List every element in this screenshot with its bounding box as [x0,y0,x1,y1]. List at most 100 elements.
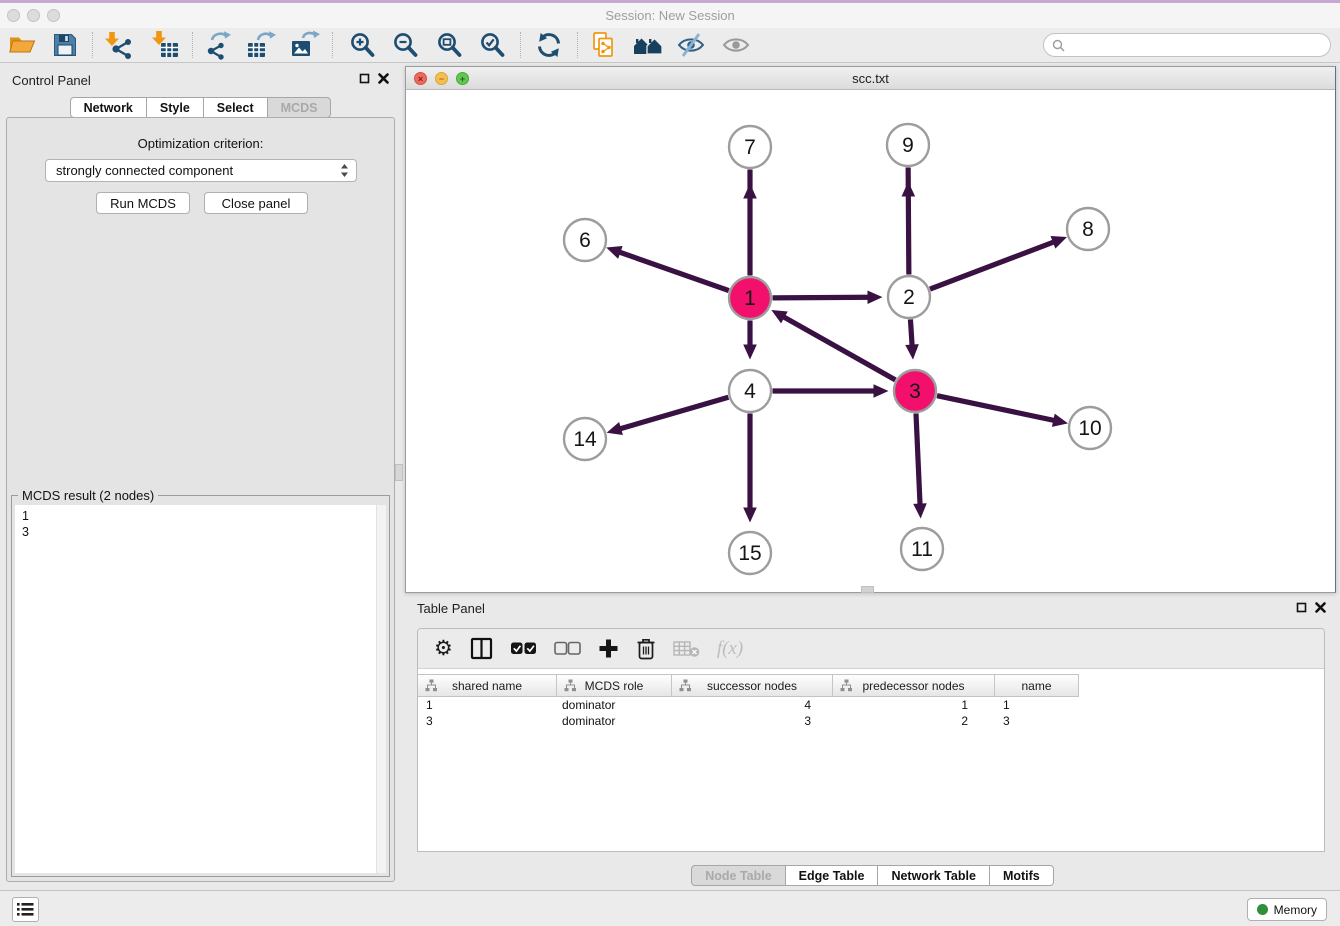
hide-graphics-details-icon[interactable] [674,29,708,61]
graph-node-15[interactable]: 15 [729,532,771,574]
toolbar-separator [92,32,93,58]
graph-node-2[interactable]: 2 [888,276,930,318]
zoom-fit-icon[interactable] [432,29,466,61]
column-header-predecessor-nodes[interactable]: predecessor nodes [833,675,995,696]
deselect-all-icon[interactable] [554,641,581,656]
table-cell[interactable]: dominator [557,698,672,712]
table-cell[interactable]: 3 [418,714,557,728]
criterion-value: strongly connected component [56,163,233,178]
table-row[interactable]: 3dominator323 [418,713,1324,729]
save-session-icon[interactable] [48,29,82,61]
tab-mcds[interactable]: MCDS [267,97,332,118]
export-network-icon[interactable] [201,29,235,61]
graph-node-11[interactable]: 11 [901,528,943,570]
delete-rows-icon[interactable] [636,638,656,660]
tab-network[interactable]: Network [70,97,147,118]
float-panel-icon[interactable] [359,73,370,84]
graph-node-4[interactable]: 4 [729,370,771,412]
network-graph-canvas[interactable]: 7 9 6 8 1 2 4 3 14 10 15 11 [406,90,1335,592]
graph-node-9[interactable]: 9 [887,124,929,166]
graph-edge-2-8[interactable] [930,241,1056,289]
select-all-icon[interactable] [510,641,537,656]
result-scrollbar[interactable] [376,505,386,873]
memory-label: Memory [1274,903,1317,917]
table-cell[interactable]: 4 [672,698,833,712]
graph-node-8[interactable]: 8 [1067,208,1109,250]
column-header-successor-nodes[interactable]: successor nodes [672,675,833,696]
column-header-shared-name[interactable]: shared name [418,675,557,696]
graph-edge-4-14[interactable] [618,397,728,429]
graph-edge-3-1[interactable] [782,316,896,380]
close-panel-button[interactable]: Close panel [204,192,308,214]
svg-text:7: 7 [744,136,756,159]
function-builder-icon[interactable]: f(x) [717,638,743,660]
svg-text:11: 11 [911,538,933,561]
column-type-icon [425,679,438,692]
table-cell[interactable]: 3 [995,714,1079,728]
delete-column-icon[interactable] [673,639,700,658]
graph-edge-1-6[interactable] [618,251,729,290]
tab-style[interactable]: Style [146,97,204,118]
export-table-icon[interactable] [244,29,278,61]
network-view-title: scc.txt [406,71,1335,86]
apply-layout-icon[interactable] [532,29,566,61]
graph-edge-3-11[interactable] [916,413,920,506]
table-cell[interactable]: 2 [833,714,995,728]
graph-node-6[interactable]: 6 [564,219,606,261]
svg-text:8: 8 [1082,218,1094,241]
column-header-name[interactable]: name [995,675,1079,696]
main-toolbar [0,28,1340,63]
graph-node-7[interactable]: 7 [729,126,771,168]
node-table-header: shared nameMCDS rolesuccessor nodesprede… [418,674,1079,697]
criterion-dropdown[interactable]: strongly connected component [45,159,357,182]
zoom-in-icon[interactable] [345,29,379,61]
show-columns-icon[interactable] [470,637,493,660]
network-view-window: × − + scc.txt 7 9 6 8 1 2 4 3 14 10 15 11 [405,66,1336,593]
table-cell[interactable]: 3 [672,714,833,728]
graph-edge-2-3[interactable] [910,319,912,347]
show-graphics-details-icon[interactable] [719,29,753,61]
table-panel: Table Panel ⚙ f(x) shared nameMCDS roles… [405,595,1340,890]
tab-select[interactable]: Select [203,97,268,118]
export-image-icon[interactable] [288,29,322,61]
import-table-icon[interactable] [148,29,182,61]
table-cell[interactable]: 1 [833,698,995,712]
vertical-splitter-handle[interactable] [395,464,403,481]
table-settings-icon[interactable]: ⚙ [434,638,453,659]
horizontal-splitter-handle[interactable] [861,586,874,593]
run-mcds-button[interactable]: Run MCDS [96,192,190,214]
column-header-MCDS-role[interactable]: MCDS role [557,675,672,696]
table-row[interactable]: 1dominator411 [418,697,1324,713]
copy-network-icon[interactable] [587,29,621,61]
zoom-selected-icon[interactable] [475,29,509,61]
svg-text:1: 1 [744,287,756,310]
table-cell[interactable]: dominator [557,714,672,728]
network-window-titlebar[interactable]: × − + scc.txt [406,67,1335,90]
home-icon[interactable] [631,29,665,61]
graph-edge-3-10[interactable] [937,396,1056,421]
graph-node-14[interactable]: 14 [564,418,606,460]
open-session-icon[interactable] [5,29,39,61]
search-input[interactable] [1070,37,1322,53]
zoom-out-icon[interactable] [388,29,422,61]
table-tab-node-table[interactable]: Node Table [691,865,785,886]
graph-edge-1-2[interactable] [772,297,870,298]
mcds-result-title: MCDS result (2 nodes) [18,488,158,503]
column-type-icon [679,679,692,692]
table-tab-network-table[interactable]: Network Table [877,865,990,886]
table-tab-motifs[interactable]: Motifs [989,865,1054,886]
table-cell[interactable]: 1 [418,698,557,712]
search-box[interactable] [1043,33,1331,57]
add-column-icon[interactable] [598,638,619,659]
graph-node-10[interactable]: 10 [1069,407,1111,449]
task-list-button[interactable] [12,897,39,922]
graph-node-3[interactable]: 3 [894,370,936,412]
table-cell[interactable]: 1 [995,698,1079,712]
graph-node-1[interactable]: 1 [729,277,771,319]
float-panel-icon[interactable] [1296,602,1307,613]
memory-button[interactable]: Memory [1247,898,1327,921]
close-panel-icon[interactable] [1315,602,1326,613]
import-network-icon[interactable] [101,29,135,61]
table-tab-edge-table[interactable]: Edge Table [785,865,879,886]
close-panel-icon[interactable] [378,73,389,84]
